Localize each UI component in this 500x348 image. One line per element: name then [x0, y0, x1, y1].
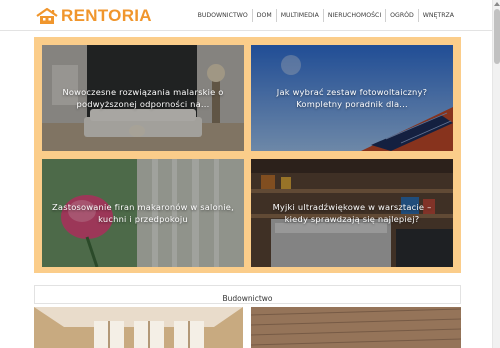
- featured-post-title[interactable]: Nowoczesne rozwiązania malarskie o podwy…: [52, 86, 234, 110]
- featured-posts-grid: Nowoczesne rozwiązania malarskie o podwy…: [34, 37, 461, 273]
- nav-item-nieruchomosci[interactable]: Nieruchomości: [324, 9, 387, 22]
- featured-post-solar[interactable]: Jak wybrać zestaw fotowoltaiczny? Komple…: [251, 45, 453, 151]
- site-logo[interactable]: RENTORIA: [35, 5, 152, 27]
- site-header: RENTORIA Budownictwo Dom Multimedia Nier…: [0, 0, 500, 31]
- article-card[interactable]: [34, 307, 243, 348]
- wooden-interior-image: [34, 307, 243, 348]
- nav-item-budownictwo[interactable]: Budownictwo: [194, 9, 253, 22]
- page-scrollbar[interactable]: [492, 0, 500, 348]
- article-card[interactable]: [251, 307, 461, 348]
- section-header: Budownictwo: [34, 285, 461, 304]
- featured-post-title[interactable]: Myjki ultradźwiękowe w warsztacie – kied…: [261, 201, 443, 225]
- bricks-image: [251, 307, 461, 348]
- brand-name: RENTORIA: [61, 6, 152, 25]
- scrollbar-thumb[interactable]: [494, 9, 500, 64]
- nav-item-wnetrza[interactable]: Wnętrza: [419, 9, 458, 22]
- featured-post-ultrasonic[interactable]: Myjki ultradźwiękowe w warsztacie – kied…: [251, 159, 453, 267]
- featured-post-title[interactable]: Zastosowanie firan makaronów w salonie, …: [52, 201, 234, 225]
- main-nav: Budownictwo Dom Multimedia Nieruchomości…: [194, 9, 458, 22]
- featured-post-title[interactable]: Jak wybrać zestaw fotowoltaiczny? Komple…: [261, 86, 443, 110]
- house-logo-icon: [36, 7, 58, 24]
- section-title[interactable]: Budownictwo: [222, 294, 272, 303]
- featured-post-curtains[interactable]: Zastosowanie firan makaronów w salonie, …: [42, 159, 244, 267]
- scroll-up-arrow-icon[interactable]: [494, 2, 500, 6]
- nav-item-dom[interactable]: Dom: [253, 9, 277, 22]
- nav-item-ogrod[interactable]: Ogród: [386, 9, 419, 22]
- featured-post-painting[interactable]: Nowoczesne rozwiązania malarskie o podwy…: [42, 45, 244, 151]
- nav-item-multimedia[interactable]: Multimedia: [277, 9, 324, 22]
